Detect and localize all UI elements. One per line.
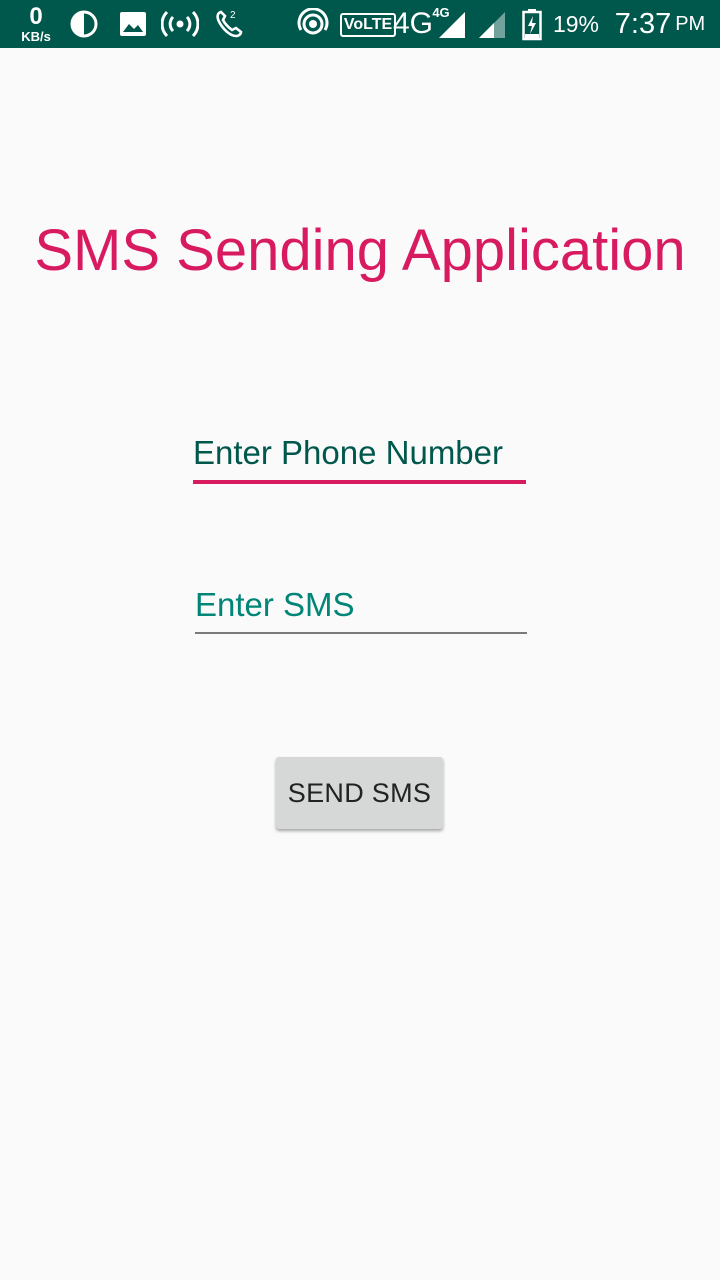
status-bar: 0 KB/s 2 VoLTE 4G 4G 19% 7:37 PM bbox=[0, 0, 720, 48]
clock-ampm: PM bbox=[675, 12, 706, 35]
data-saver-icon bbox=[68, 8, 100, 40]
clock-time: 7:37 bbox=[614, 7, 672, 40]
svg-text:2: 2 bbox=[230, 10, 236, 21]
network-speed-value: 0 bbox=[29, 3, 43, 30]
sms-message-field[interactable]: Enter SMS bbox=[195, 582, 527, 634]
network-label: 4G bbox=[392, 7, 434, 40]
signal-icon bbox=[436, 10, 468, 40]
sms-message-placeholder: Enter SMS bbox=[195, 586, 355, 623]
volte-label: VoLTE bbox=[339, 13, 397, 37]
call-icon: 2 bbox=[212, 6, 246, 42]
page-title: SMS Sending Application bbox=[34, 218, 686, 283]
gallery-icon bbox=[118, 10, 148, 38]
battery-charging-icon bbox=[520, 8, 544, 42]
network-type: 4G bbox=[393, 6, 433, 42]
hotspot-icon bbox=[160, 8, 200, 40]
network-speed: 0 KB/s bbox=[14, 4, 58, 44]
phone-number-field[interactable]: Enter Phone Number bbox=[193, 430, 526, 484]
clock: 7:37 PM bbox=[612, 4, 708, 44]
wifi-calling-icon bbox=[296, 8, 330, 40]
phone-number-placeholder: Enter Phone Number bbox=[193, 434, 504, 471]
signal-icon-2 bbox=[476, 10, 508, 40]
battery-percent: 19% bbox=[552, 10, 600, 37]
volte-icon: VoLTE bbox=[339, 12, 397, 38]
send-sms-button[interactable]: SEND SMS bbox=[276, 757, 443, 829]
network-speed-unit: KB/s bbox=[21, 29, 51, 44]
